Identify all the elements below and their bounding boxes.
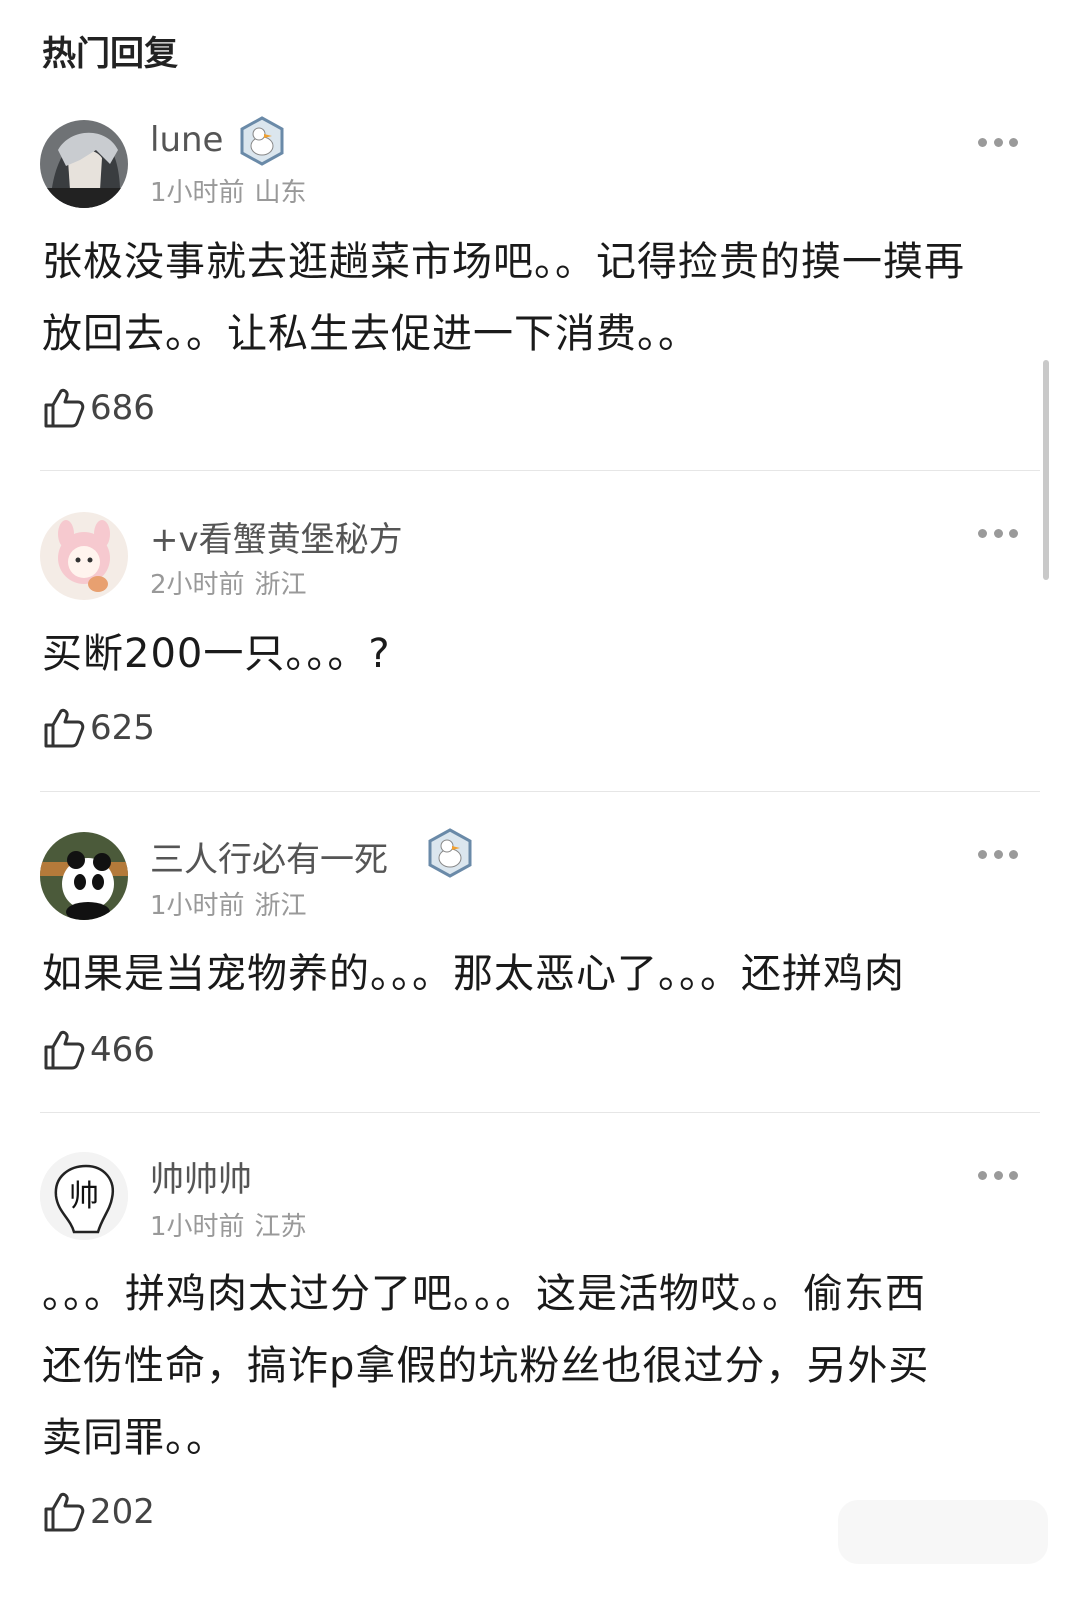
duck-badge-icon [238, 116, 286, 170]
section-title: 热门回复 [42, 34, 178, 74]
more-dots-icon[interactable] [978, 136, 1018, 148]
like-button[interactable]: 686 [42, 386, 155, 430]
content-line: 还伤性命，搞诈p拿假的坑粉丝也很过分，另外买 [42, 1343, 930, 1389]
more-dots-icon[interactable] [978, 527, 1018, 539]
username[interactable]: +v看蟹黄堡秘方 [150, 512, 403, 561]
username[interactable]: lune [150, 120, 223, 160]
comment-time: 2小时前 [150, 570, 245, 600]
scrollbar[interactable] [1043, 360, 1049, 580]
avatar[interactable] [40, 512, 128, 600]
more-dots-icon[interactable] [978, 848, 1018, 860]
like-count: 686 [90, 388, 155, 428]
content-line: 如果是当宠物养的。。。那太恶心了。。。还拼鸡肉 [42, 951, 905, 997]
comment-meta: 1小时前 浙江 [150, 885, 307, 922]
content-line: 放回去。。让私生去促进一下消费。。 [42, 311, 699, 357]
thumbs-up-icon [44, 708, 85, 748]
thumbs-up-icon [44, 1492, 85, 1532]
like-button[interactable]: 466 [42, 1028, 155, 1072]
like-count: 625 [90, 708, 155, 748]
watermark [838, 1500, 1048, 1564]
comment-location: 江苏 [254, 1212, 307, 1242]
comment-time: 1小时前 [150, 178, 245, 208]
content-line: 买断200一只。。。? [42, 631, 391, 677]
divider [40, 470, 1040, 471]
comment-content: 买断200一只。。。? [42, 618, 1032, 690]
more-dots-icon[interactable] [978, 1169, 1018, 1181]
like-button[interactable]: 202 [42, 1490, 155, 1534]
comment-time: 1小时前 [150, 891, 245, 921]
like-count: 202 [90, 1492, 155, 1532]
comment-location: 浙江 [254, 891, 307, 921]
username[interactable]: 三人行必有一死 [150, 832, 388, 881]
username[interactable]: 帅帅帅 [150, 1152, 252, 1201]
like-count: 466 [90, 1030, 155, 1070]
like-button[interactable]: 625 [42, 706, 155, 750]
thumbs-up-icon [44, 1030, 85, 1070]
content-line: 卖同罪。。 [42, 1415, 227, 1461]
comment-meta: 1小时前 江苏 [150, 1206, 307, 1243]
comment-content: 。。。拼鸡肉太过分了吧。。。这是活物哎。。偷东西 还伤性命，搞诈p拿假的坑粉丝也… [42, 1258, 1032, 1474]
thumbs-up-icon [44, 388, 85, 428]
avatar-text: 帅 [69, 1179, 99, 1214]
divider [40, 791, 1040, 792]
avatar[interactable] [40, 120, 128, 208]
content-line: 张极没事就去逛趟菜市场吧。。记得捡贵的摸一摸再 [42, 239, 965, 285]
comment-location: 山东 [254, 178, 307, 208]
divider [40, 1112, 1040, 1113]
comment-time: 1小时前 [150, 1212, 245, 1242]
comment-meta: 2小时前 浙江 [150, 564, 307, 601]
avatar[interactable]: 帅 [40, 1152, 128, 1240]
content-line: 。。。拼鸡肉太过分了吧。。。这是活物哎。。偷东西 [42, 1271, 926, 1317]
comment-content: 张极没事就去逛趟菜市场吧。。记得捡贵的摸一摸再 放回去。。让私生去促进一下消费。… [42, 226, 1032, 370]
avatar[interactable] [40, 832, 128, 920]
comment-content: 如果是当宠物养的。。。那太恶心了。。。还拼鸡肉 [42, 938, 1032, 1010]
comment-meta: 1小时前 山东 [150, 172, 307, 209]
duck-badge-icon [426, 828, 474, 882]
comment-location: 浙江 [254, 570, 307, 600]
